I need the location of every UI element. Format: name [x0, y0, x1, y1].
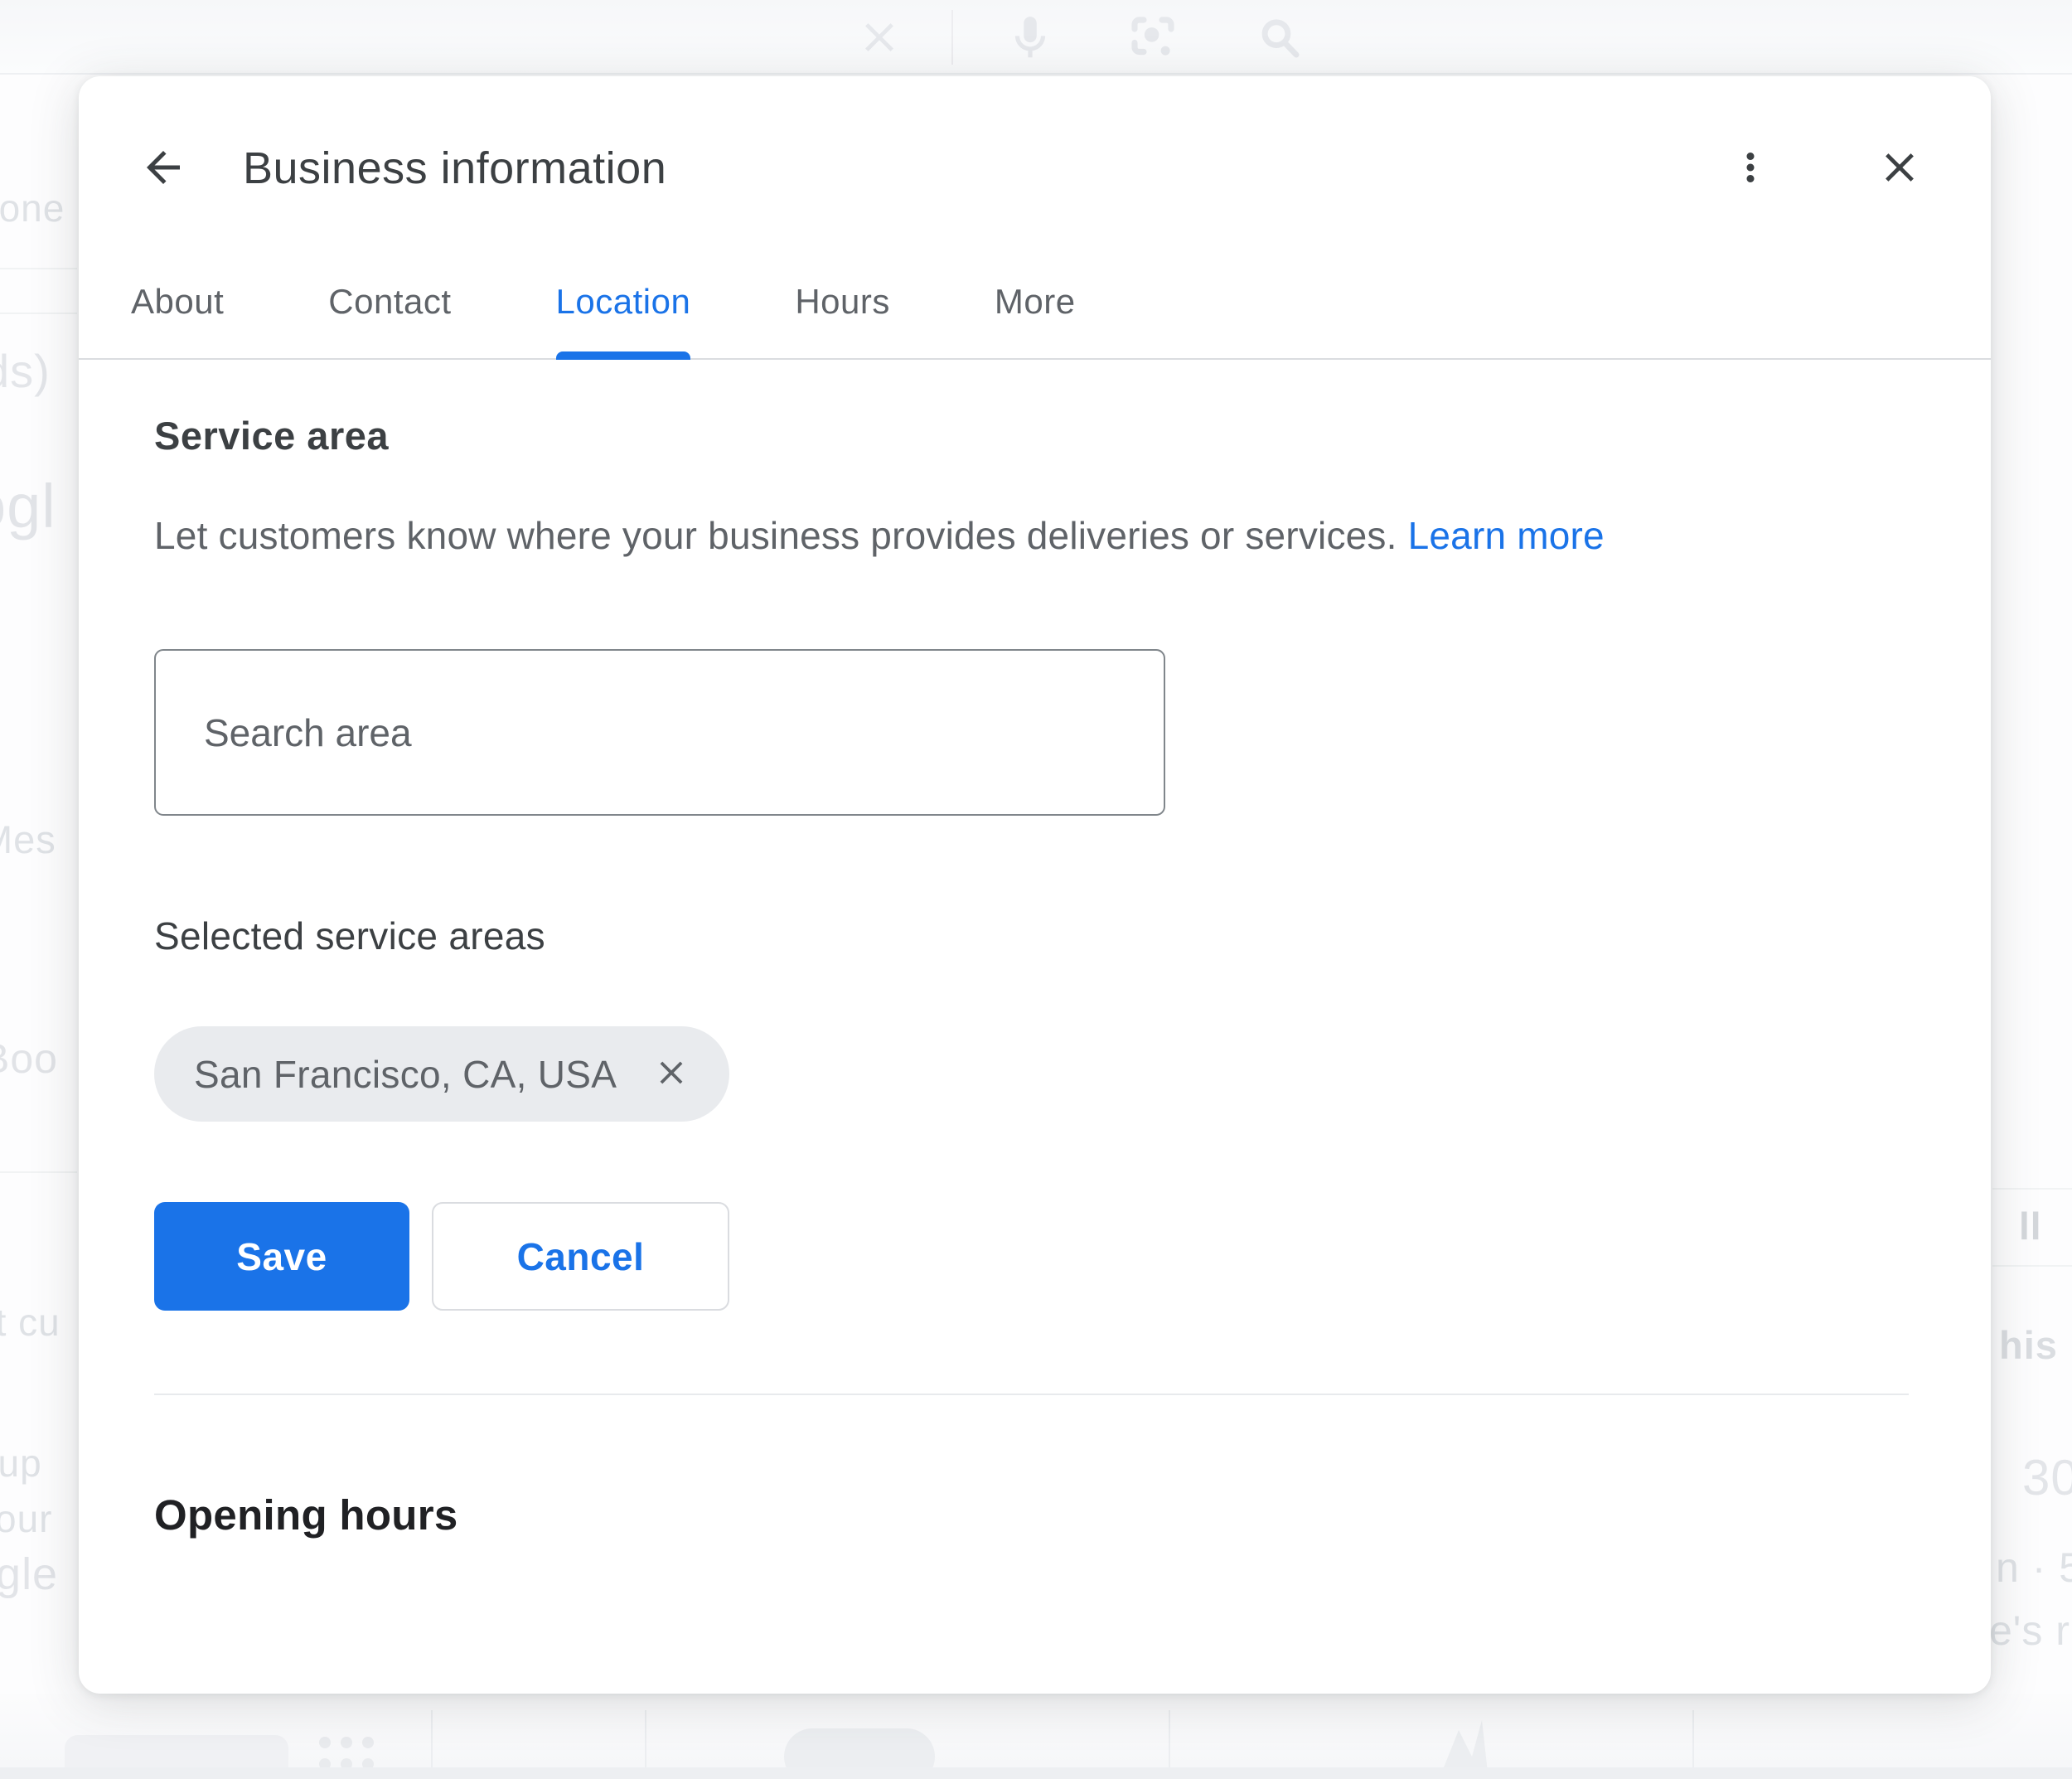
bg-fragment-text: e's r [1989, 1607, 2070, 1655]
screen: none ds) ogl Mes Boo et cu t up your ogl… [0, 0, 2072, 1779]
service-area-heading: Service area [154, 413, 1909, 458]
divider [951, 10, 953, 65]
clear-icon [855, 8, 903, 70]
close-icon [1876, 143, 1924, 194]
bg-fragment-text: t up [0, 1441, 42, 1486]
learn-more-link[interactable]: Learn more [1408, 514, 1605, 557]
divider [1992, 1188, 2072, 1190]
bg-fragment-text: none [0, 186, 65, 230]
dialog-header: Business information [79, 76, 1991, 209]
tab-hours[interactable]: Hours [795, 282, 890, 358]
tab-more[interactable]: More [995, 282, 1076, 358]
divider [1992, 1265, 2072, 1267]
divider [0, 268, 77, 269]
divider [0, 1171, 77, 1173]
bg-fragment-text: ogl [0, 471, 56, 541]
bg-fragment-text: 30 [2022, 1449, 2072, 1506]
save-button[interactable]: Save [154, 1202, 409, 1311]
dialog-content: Service area Let customers know where yo… [79, 413, 1991, 1539]
remove-chip-button[interactable] [650, 1053, 693, 1096]
dialog-tabs: About Contact Location Hours More [79, 282, 1991, 360]
service-area-description: Let customers know where your business p… [154, 513, 1909, 558]
back-button[interactable] [133, 138, 193, 198]
tab-location-label: Location [556, 282, 691, 321]
search-area-input[interactable] [154, 649, 1165, 816]
opening-hours-heading: Opening hours [154, 1491, 1909, 1539]
service-area-chip: San Francisco, CA, USA [154, 1026, 729, 1122]
bg-fragment-text: et cu [0, 1300, 61, 1345]
tab-about[interactable]: About [131, 282, 224, 358]
tab-contact[interactable]: Contact [328, 282, 451, 358]
close-button[interactable] [1866, 135, 1933, 201]
bg-fragment-text: Mes [0, 817, 56, 862]
divider [0, 313, 77, 314]
background-searchbar [0, 0, 2072, 75]
service-area-description-text: Let customers know where your business p… [154, 514, 1397, 557]
active-tab-indicator [556, 351, 691, 360]
remove-icon [652, 1054, 690, 1094]
selected-service-areas-label: Selected service areas [154, 914, 1909, 958]
bg-fragment-text: your [0, 1496, 52, 1541]
bg-fragment-text: n · 5 [1996, 1544, 2072, 1592]
bg-fragment-text: ds) [0, 344, 51, 398]
tab-location[interactable]: Location [556, 282, 691, 358]
bg-fragment-text: Boo [0, 1035, 58, 1083]
dialog-title: Business information [243, 143, 666, 194]
overflow-menu-button[interactable] [1717, 135, 1784, 201]
kebab-menu-icon [1728, 145, 1773, 192]
divider [0, 1767, 2072, 1779]
back-arrow-icon [138, 143, 188, 195]
background-bottom-strip [0, 1694, 2072, 1779]
bg-fragment-text: ogle [0, 1549, 58, 1600]
action-buttons: Save Cancel [154, 1202, 1909, 1311]
search-icon [1253, 8, 1306, 72]
mic-icon [1005, 8, 1056, 72]
business-information-dialog: Business information About Contact Locat… [79, 76, 1991, 1694]
bg-fragment-text: his B [1999, 1322, 2072, 1368]
section-divider [154, 1394, 1909, 1395]
lens-icon [1126, 8, 1180, 72]
service-area-chip-label: San Francisco, CA, USA [194, 1052, 617, 1097]
bg-fragment-text: ll [2019, 1204, 2042, 1248]
cancel-button[interactable]: Cancel [432, 1202, 729, 1311]
